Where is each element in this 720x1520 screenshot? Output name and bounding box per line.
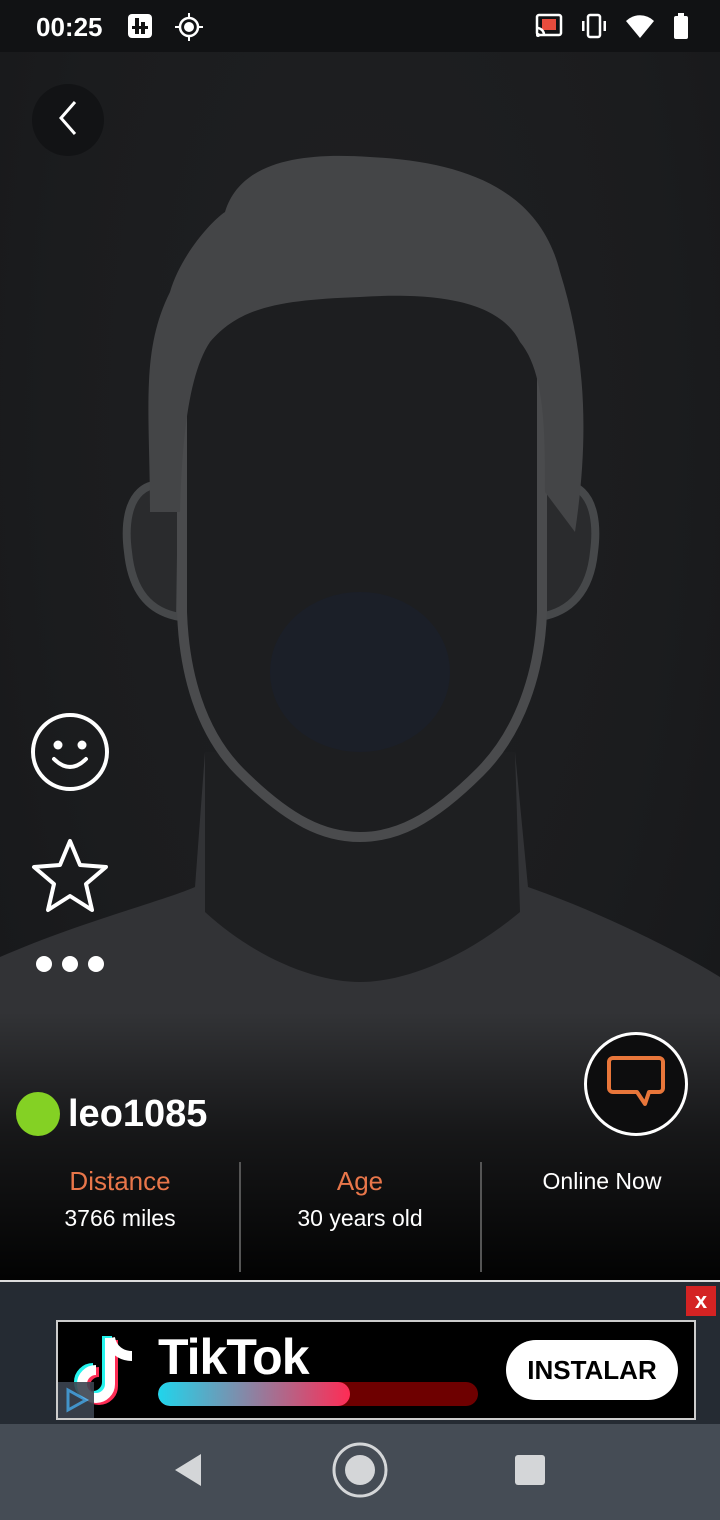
distance-value: 3766 miles [64,1205,176,1231]
profile-photo-area: leo1085 Distance 3766 miles Age 30 years… [0,52,720,1280]
more-button[interactable] [28,936,112,996]
home-icon [330,1440,390,1505]
status-right-icons [534,12,690,45]
ad-progress-bar [158,1382,478,1406]
age-stat: Age 30 years old [240,1162,480,1232]
nav-back-button[interactable] [158,1442,218,1502]
username: leo1085 [68,1092,208,1135]
smile-button[interactable] [28,712,112,796]
ad-install-button[interactable]: INSTALAR [506,1340,678,1400]
recents-icon [514,1454,546,1491]
age-value: 30 years old [297,1205,423,1231]
ad-progress-fill [158,1382,350,1406]
favorite-button[interactable] [28,836,112,920]
status-time: 00:25 [36,12,103,42]
distance-label: Distance [69,1166,171,1196]
online-status-stat: Online Now [482,1162,720,1195]
star-icon [29,835,111,922]
nav-home-button[interactable] [330,1442,390,1502]
more-icon [34,954,106,979]
profile-stats: Distance 3766 miles Age 30 years old Onl… [0,1162,720,1272]
wifi-icon [624,12,656,45]
online-status-dot [16,1092,60,1136]
status-left-icons [126,12,204,47]
vibrate-icon [580,12,608,45]
location-target-icon [174,12,204,47]
ad-area: x TikTok INSTALAR [0,1280,720,1424]
back-icon [171,1452,205,1493]
online-status-text: Online Now [542,1168,662,1194]
system-nav-bar [0,1424,720,1520]
ad-banner[interactable]: TikTok INSTALAR [56,1320,696,1420]
age-label: Age [336,1166,384,1196]
distance-stat: Distance 3766 miles [0,1162,240,1232]
app-notification-icon [126,12,154,47]
status-bar: 00:25 [0,0,720,52]
username-row: leo1085 [16,1092,207,1136]
ad-close-button[interactable]: x [686,1286,716,1316]
cast-icon [534,12,564,45]
chevron-left-icon [53,98,83,143]
ad-choices-icon[interactable] [58,1382,94,1418]
chat-bubble-icon [605,1054,667,1115]
nav-recents-button[interactable] [500,1442,560,1502]
chat-button[interactable] [584,1032,688,1136]
battery-icon [672,12,690,45]
smile-icon [29,711,111,798]
ad-brand: TikTok [158,1329,310,1385]
back-button[interactable] [32,84,104,156]
